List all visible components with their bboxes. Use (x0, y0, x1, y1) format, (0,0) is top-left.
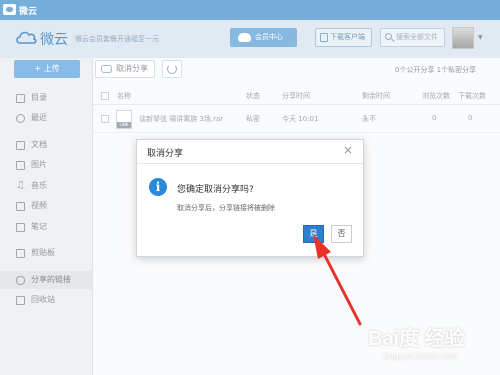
annotation-arrow-icon (313, 234, 362, 326)
baidu-jingyan-watermark: Bai度 经验 jingyan.baidu.com (368, 322, 498, 374)
watermark-url: jingyan.baidu.com (384, 352, 458, 361)
watermark-logo: Bai度 经验 (368, 328, 465, 350)
